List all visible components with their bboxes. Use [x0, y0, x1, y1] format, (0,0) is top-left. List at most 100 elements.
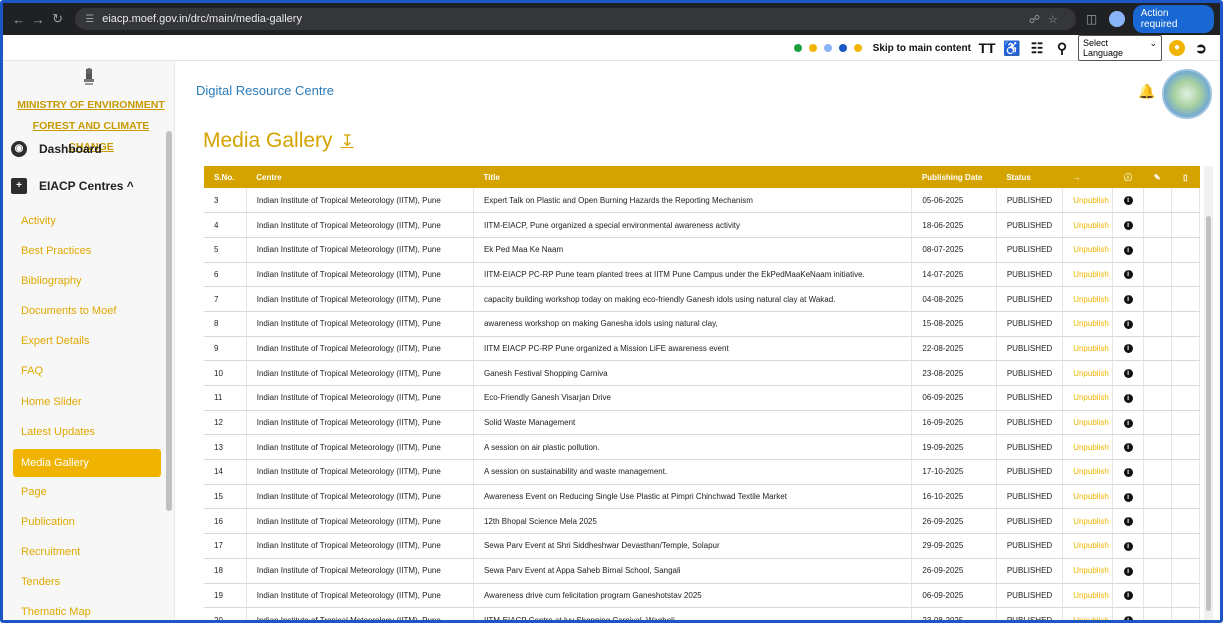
unpublish-link[interactable]: Unpublish: [1062, 385, 1114, 411]
accessibility-icon[interactable]: ♿: [1003, 40, 1021, 57]
skip-to-main-link[interactable]: Skip to main content: [873, 43, 971, 54]
info-icon[interactable]: i: [1123, 245, 1133, 255]
info-icon[interactable]: i: [1123, 443, 1133, 453]
sidebar-item-thematic-map[interactable]: Thematic Map: [13, 598, 161, 620]
info-icon[interactable]: i: [1123, 616, 1133, 620]
unpublish-link[interactable]: Unpublish: [1062, 484, 1114, 510]
dashboard-link[interactable]: ◉ Dashboard: [11, 141, 102, 157]
unpublish-link[interactable]: Unpublish: [1062, 212, 1114, 238]
sidebar-item-expert-details[interactable]: Expert Details: [13, 327, 161, 355]
user-icon[interactable]: ●: [1169, 40, 1185, 56]
unpublish-link[interactable]: Unpublish: [1062, 508, 1114, 535]
unpublish-link[interactable]: Unpublish: [1062, 410, 1114, 436]
table-scrollbar-thumb[interactable]: [1206, 216, 1211, 611]
cell-edit[interactable]: [1143, 484, 1172, 510]
back-icon[interactable]: ←: [9, 12, 28, 27]
text-size-icon[interactable]: TT: [978, 40, 996, 56]
cell-delete[interactable]: [1171, 286, 1201, 312]
download-icon[interactable]: ↧: [341, 131, 354, 151]
col-centre[interactable]: Centre: [246, 166, 474, 188]
info-icon[interactable]: i: [1123, 319, 1133, 329]
cell-delete[interactable]: [1171, 188, 1201, 214]
cell-edit[interactable]: [1143, 237, 1172, 263]
cell-edit[interactable]: [1143, 434, 1172, 461]
cell-delete[interactable]: [1171, 262, 1201, 288]
cell-delete[interactable]: [1171, 212, 1201, 238]
theme-dot-lightblue[interactable]: [823, 44, 832, 52]
cell-edit[interactable]: [1143, 212, 1172, 238]
eiacp-centres-toggle[interactable]: + EIACP Centres ^: [11, 178, 134, 194]
cell-delete[interactable]: [1171, 484, 1201, 510]
theme-dot-blue[interactable]: [838, 44, 847, 52]
sidebar-item-faq[interactable]: FAQ: [13, 357, 161, 385]
cell-delete[interactable]: [1171, 459, 1201, 485]
cell-delete[interactable]: [1171, 360, 1201, 386]
cell-edit[interactable]: [1143, 410, 1172, 436]
cell-edit[interactable]: [1143, 508, 1172, 535]
cell-edit[interactable]: [1143, 459, 1172, 485]
info-icon[interactable]: i: [1123, 270, 1133, 280]
info-icon[interactable]: i: [1123, 393, 1133, 403]
info-icon[interactable]: i: [1123, 541, 1133, 551]
sidebar-item-tenders[interactable]: Tenders: [13, 568, 161, 596]
search-icon[interactable]: ⚲: [1053, 40, 1071, 57]
info-icon[interactable]: i: [1123, 492, 1133, 502]
unpublish-link[interactable]: Unpublish: [1062, 188, 1114, 214]
profile-avatar[interactable]: [1109, 11, 1125, 27]
sidebar-item-documents-to-moef[interactable]: Documents to Moef: [13, 297, 161, 325]
cell-edit[interactable]: [1143, 262, 1172, 288]
cell-edit[interactable]: [1143, 286, 1172, 312]
info-icon[interactable]: i: [1123, 418, 1133, 428]
cell-delete[interactable]: [1171, 385, 1201, 411]
cell-edit[interactable]: [1143, 607, 1172, 620]
unpublish-link[interactable]: Unpublish: [1062, 459, 1114, 485]
sidebar-item-bibliography[interactable]: Bibliography: [13, 267, 161, 295]
theme-dot-orange[interactable]: [853, 44, 862, 52]
bell-icon[interactable]: 🔔: [1138, 83, 1155, 100]
cell-edit[interactable]: [1143, 311, 1172, 337]
sidebar-item-media-gallery[interactable]: Media Gallery: [13, 449, 161, 477]
info-icon[interactable]: i: [1123, 591, 1133, 601]
info-icon[interactable]: i: [1123, 221, 1133, 231]
address-bar[interactable]: ☰ eiacp.moef.gov.in/drc/main/media-galle…: [75, 8, 1076, 30]
sidebar-item-publication[interactable]: Publication: [13, 508, 161, 536]
address-bar-icons[interactable]: ☍☆: [1029, 13, 1066, 26]
unpublish-link[interactable]: Unpublish: [1062, 336, 1114, 362]
cell-delete[interactable]: [1171, 336, 1201, 362]
info-icon[interactable]: i: [1123, 196, 1133, 206]
cell-delete[interactable]: [1171, 558, 1201, 584]
info-icon[interactable]: i: [1123, 517, 1133, 527]
language-select[interactable]: Select Language ⌄: [1078, 35, 1162, 61]
unpublish-link[interactable]: Unpublish: [1062, 434, 1114, 461]
sidebar-item-page[interactable]: Page: [13, 478, 161, 506]
sidebar-item-latest-updates[interactable]: Latest Updates: [13, 418, 161, 446]
info-icon[interactable]: i: [1123, 295, 1133, 305]
col-status[interactable]: Status: [996, 166, 1063, 188]
table-scrollbar[interactable]: [1204, 166, 1213, 620]
logout-icon[interactable]: ➲: [1192, 40, 1210, 57]
info-icon[interactable]: i: [1123, 344, 1133, 354]
site-info-icon[interactable]: ☰: [85, 14, 94, 25]
cell-delete[interactable]: [1171, 508, 1201, 535]
cell-edit[interactable]: [1143, 533, 1172, 559]
unpublish-link[interactable]: Unpublish: [1062, 237, 1114, 263]
cell-edit[interactable]: [1143, 558, 1172, 584]
sidebar-item-activity[interactable]: Activity: [13, 207, 161, 235]
cell-delete[interactable]: [1171, 533, 1201, 559]
cell-delete[interactable]: [1171, 311, 1201, 337]
sidebar-item-best-practices[interactable]: Best Practices: [13, 237, 161, 265]
action-required-button[interactable]: Action required: [1132, 5, 1215, 33]
cell-edit[interactable]: [1143, 385, 1172, 411]
col-date[interactable]: Publishing Date: [911, 166, 997, 188]
cell-delete[interactable]: [1171, 410, 1201, 436]
sitemap-icon[interactable]: ☷: [1028, 40, 1046, 57]
cell-delete[interactable]: [1171, 607, 1201, 620]
info-icon[interactable]: i: [1123, 369, 1133, 379]
col-sno[interactable]: S.No.: [204, 166, 247, 188]
cell-delete[interactable]: [1171, 434, 1201, 461]
sidebar-item-home-slider[interactable]: Home Slider: [13, 388, 161, 416]
cell-delete[interactable]: [1171, 583, 1201, 609]
cell-edit[interactable]: [1143, 188, 1172, 214]
extensions-icon[interactable]: ◫: [1086, 12, 1097, 26]
reload-icon[interactable]: ↻: [48, 11, 67, 27]
